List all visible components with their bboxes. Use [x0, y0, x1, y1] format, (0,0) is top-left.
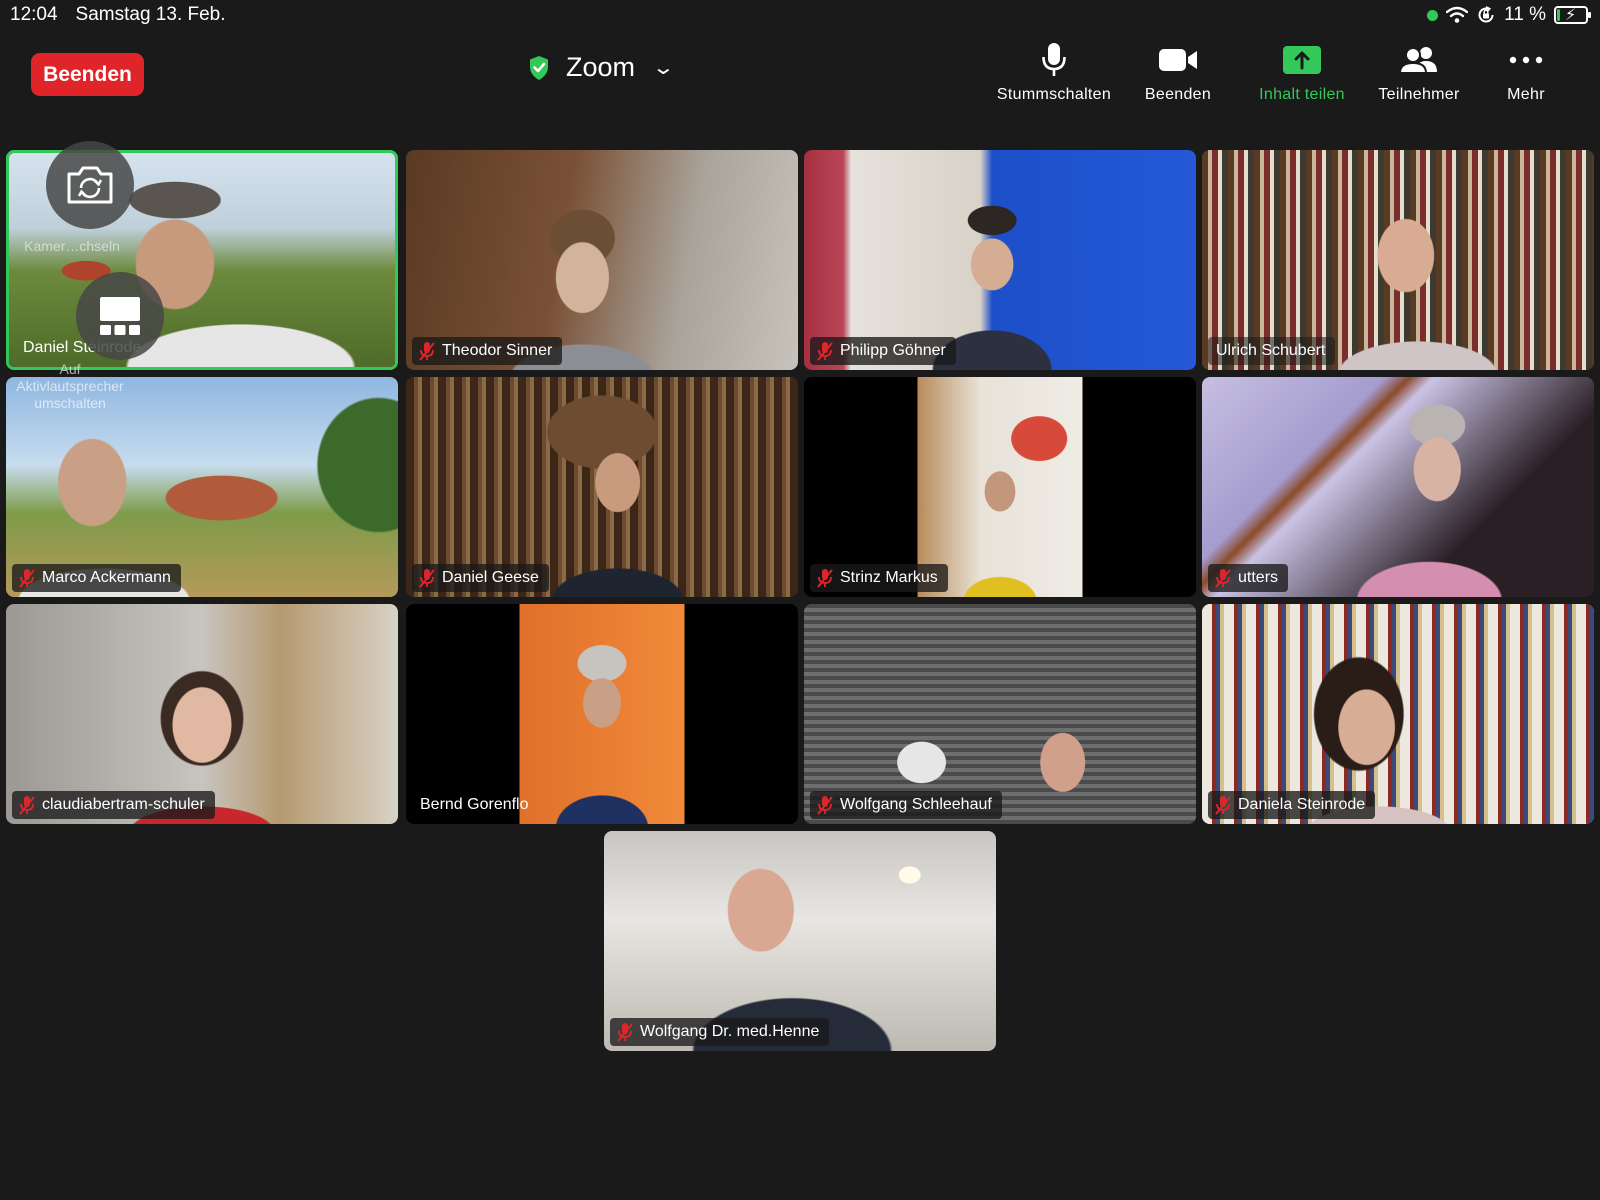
switch-camera-button[interactable]: [46, 141, 134, 229]
muted-microphone-icon: [817, 342, 833, 361]
muted-microphone-icon: [1215, 796, 1231, 815]
muted-microphone-icon: [419, 342, 435, 361]
status-time: 12:04: [10, 4, 58, 25]
speaker-view-button[interactable]: [76, 272, 164, 360]
muted-microphone-icon: [1215, 569, 1231, 588]
video-tile-bernd-gorenflo[interactable]: Bernd Gorenflo: [406, 604, 798, 824]
participant-name: claudiabertram-schuler: [42, 796, 205, 813]
more-label: Mehr: [1507, 86, 1545, 103]
video-tile-strinz-markus[interactable]: Strinz Markus: [804, 377, 1196, 597]
microphone-icon: [1041, 40, 1067, 80]
participant-name-tag: utters: [1208, 564, 1289, 592]
participant-name-tag: Wolfgang Schleehauf: [810, 791, 1002, 819]
muted-microphone-icon: [617, 1023, 633, 1042]
camera-flip-icon: [67, 166, 113, 204]
video-tile-wolfgang-dr-med-henne[interactable]: Wolfgang Dr. med.Henne: [604, 831, 996, 1051]
more-button[interactable]: Mehr: [1474, 40, 1578, 106]
camera-in-use-icon: [1427, 9, 1439, 21]
muted-microphone-icon: [19, 569, 35, 588]
participant-name-tag: claudiabertram-schuler: [12, 791, 215, 819]
participant-name: utters: [1238, 569, 1279, 586]
video-tile-claudiabertram-schuler[interactable]: claudiabertram-schuler: [6, 604, 398, 824]
video-tile-daniel-geese[interactable]: Daniel Geese: [406, 377, 798, 597]
battery-percent: 11 %: [1504, 4, 1546, 25]
participant-name-tag: Ulrich Schubert: [1208, 337, 1336, 365]
switch-camera-label: Kamer…chseln: [24, 238, 120, 254]
mute-label: Stummschalten: [996, 86, 1112, 103]
battery-charging-icon: ⚡: [1554, 6, 1591, 24]
participant-name-tag: Marco Ackermann: [12, 564, 181, 592]
participant-name: Marco Ackermann: [42, 569, 171, 586]
meeting-toolbar: Stummschalten Beenden Inhalt teilen Teil…: [992, 40, 1578, 106]
speaker-view-label: Auf Aktivlautsprecher umschalten: [16, 361, 124, 411]
orientation-lock-icon: [1478, 6, 1494, 23]
mute-button[interactable]: Stummschalten: [992, 40, 1116, 106]
status-bar: 12:04 Samstag 13. Feb.: [0, 0, 1600, 30]
video-camera-icon: [1158, 40, 1198, 80]
muted-microphone-icon: [419, 569, 435, 588]
meeting-title: Zoom: [566, 52, 636, 82]
meeting-info-dropdown[interactable]: Zoom ⌄: [528, 52, 676, 83]
muted-microphone-icon: [817, 796, 833, 815]
participant-name-tag: Philipp Göhner: [810, 337, 956, 365]
video-tile-philipp-goehner[interactable]: Philipp Göhner: [804, 150, 1196, 370]
participant-name-tag: Strinz Markus: [810, 564, 948, 592]
chevron-down-icon: ⌄: [651, 57, 676, 79]
muted-microphone-icon: [19, 796, 35, 815]
participant-name-tag: Daniela Steinrode: [1208, 791, 1376, 819]
participant-name: Strinz Markus: [840, 569, 938, 586]
participant-name: Wolfgang Schleehauf: [840, 796, 992, 813]
participant-name: Ulrich Schubert: [1216, 342, 1326, 359]
participant-name-tag: Daniel Geese: [412, 564, 549, 592]
participants-button[interactable]: Teilnehmer: [1364, 40, 1474, 106]
participant-name-tag: Wolfgang Dr. med.Henne: [610, 1018, 830, 1046]
participant-name: Theodor Sinner: [442, 342, 553, 359]
participants-label: Teilnehmer: [1378, 86, 1460, 103]
speaker-view-icon: [100, 297, 140, 335]
more-dots-icon: [1509, 40, 1543, 80]
share-content-button[interactable]: Inhalt teilen: [1240, 40, 1364, 106]
stop-video-button[interactable]: Beenden: [1116, 40, 1240, 106]
shield-check-icon: [530, 55, 548, 80]
video-tile-wolfgang-schleehauf[interactable]: Wolfgang Schleehauf: [804, 604, 1196, 824]
participant-name: Daniela Steinrode: [1238, 796, 1366, 813]
video-tile-utters[interactable]: utters: [1202, 377, 1594, 597]
status-indicators: 11 % ⚡: [1427, 4, 1591, 26]
wifi-icon: [1446, 6, 1469, 23]
participant-name: Philipp Göhner: [840, 342, 946, 359]
video-tile-theodor-sinner[interactable]: Theodor Sinner: [406, 150, 798, 370]
stop-video-label: Beenden: [1144, 86, 1212, 103]
share-screen-icon: [1283, 40, 1321, 80]
participant-name-tag: Theodor Sinner: [412, 337, 563, 365]
participant-name: Wolfgang Dr. med.Henne: [640, 1023, 820, 1040]
share-content-label: Inhalt teilen: [1259, 86, 1345, 103]
muted-microphone-icon: [817, 569, 833, 588]
end-meeting-button[interactable]: Beenden: [31, 53, 144, 96]
participant-name: Bernd Gorenflo: [420, 796, 529, 813]
video-tile-ulrich-schubert[interactable]: Ulrich Schubert: [1202, 150, 1594, 370]
video-tile-daniela-steinrode[interactable]: Daniela Steinrode: [1202, 604, 1594, 824]
participants-icon: [1399, 40, 1439, 80]
participant-name-tag: Bernd Gorenflo: [412, 791, 539, 819]
participant-name: Daniel Geese: [442, 569, 539, 586]
status-date: Samstag 13. Feb.: [75, 4, 226, 25]
